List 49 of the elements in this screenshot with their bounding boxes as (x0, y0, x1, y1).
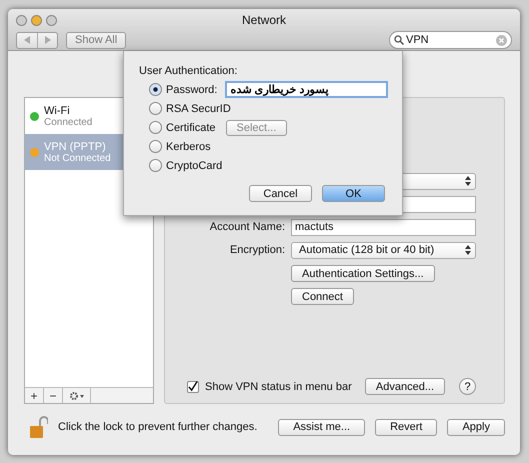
option-label: Kerberos (166, 140, 211, 152)
revert-button[interactable]: Revert (375, 418, 438, 436)
service-status: Connected (44, 116, 92, 128)
radio-button[interactable] (149, 140, 162, 153)
authentication-settings-button[interactable]: Authentication Settings... (291, 265, 435, 282)
add-button[interactable]: + (25, 388, 44, 403)
option-label: CryptoCard (166, 160, 222, 172)
cancel-button[interactable]: Cancel (249, 185, 312, 202)
service-name: Wi-Fi (44, 104, 71, 116)
service-name: VPN (PPTP) (44, 140, 106, 152)
assist-button[interactable]: Assist me... (278, 418, 366, 436)
back-arrow-icon (24, 36, 30, 44)
popup-menu[interactable]: Automatic (128 bit or 40 bit) (291, 242, 476, 258)
lock-icon[interactable] (30, 416, 48, 438)
forward-arrow-icon (44, 36, 50, 44)
stepper-icon (465, 176, 471, 186)
checkbox[interactable] (187, 380, 199, 392)
window-title: Network (242, 13, 286, 27)
search-value: VPN (406, 34, 430, 46)
search-field[interactable]: VPN (389, 31, 512, 49)
search-icon (394, 35, 404, 45)
field-label: Account Name: (208, 221, 285, 233)
zoom-icon[interactable] (46, 14, 57, 26)
option-label: Certificate (166, 122, 216, 134)
radio-button[interactable] (149, 159, 162, 172)
connect-button[interactable]: Connect (291, 288, 354, 305)
close-icon[interactable] (16, 14, 27, 26)
advanced-button[interactable]: Advanced... (364, 378, 445, 395)
ok-button[interactable]: OK (322, 185, 385, 202)
clear-icon[interactable] (496, 34, 507, 46)
stepper-icon (465, 245, 471, 255)
option-label: RSA SecurID (166, 102, 231, 114)
option-label: Password: (166, 84, 218, 96)
checkbox-label: Show VPN status in menu bar (205, 380, 352, 392)
remove-button[interactable]: − (44, 388, 63, 403)
text-field[interactable]: mactuts (291, 218, 476, 236)
password-field[interactable]: پسورد خریطاری شده (225, 81, 388, 98)
radio-button[interactable] (149, 102, 162, 115)
radio-button[interactable] (149, 121, 162, 134)
gear-icon (68, 390, 84, 400)
apply-button[interactable]: Apply (447, 418, 505, 436)
field-label: Encryption: (228, 244, 285, 256)
lock-text: Click the lock to prevent further changes. (58, 421, 258, 433)
show-all-button[interactable]: Show All (66, 32, 126, 48)
sheet-heading: User Authentication: (139, 65, 238, 77)
service-status: Not Connected (44, 152, 111, 164)
help-button[interactable]: ? (459, 378, 476, 395)
radio-button[interactable] (149, 83, 162, 96)
minimize-icon[interactable] (31, 14, 42, 26)
